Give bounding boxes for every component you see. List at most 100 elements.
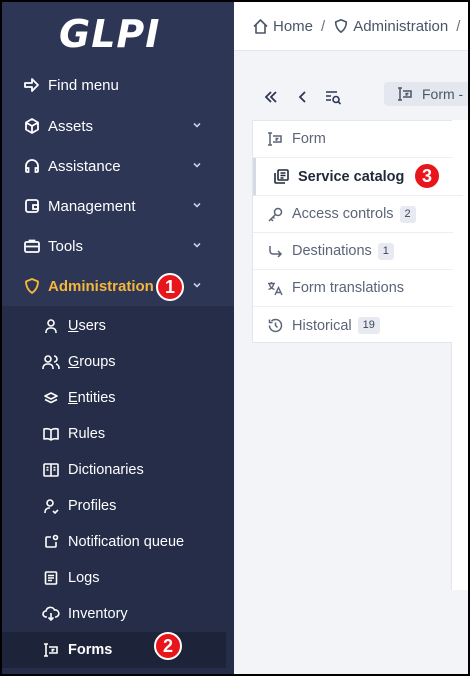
tab-label: Form translations xyxy=(292,280,405,296)
sidebar-item-label: Assets xyxy=(48,117,94,135)
sidebar-item-management[interactable]: Management xyxy=(2,186,234,226)
breadcrumb-administration-label: Administration xyxy=(353,17,449,35)
submenu-item-notification-queue[interactable]: Notification queue xyxy=(2,524,226,560)
tab-label: Service catalog xyxy=(298,168,405,185)
home-icon xyxy=(253,18,268,34)
submenu-item-inventory[interactable]: Inventory xyxy=(2,596,226,632)
users-icon xyxy=(42,353,60,371)
form-chip-label: Form - xyxy=(422,86,464,102)
submenu-item-forms[interactable]: Forms xyxy=(2,632,226,668)
sidebar: GLPI Find menu Assets Assistance Managem… xyxy=(2,2,234,674)
breadcrumb-home[interactable]: Home xyxy=(252,18,313,35)
tab-label: Access controls xyxy=(292,206,394,222)
notification-icon xyxy=(42,533,60,551)
chevron-down-icon xyxy=(193,162,201,168)
submenu-item-label: Forms xyxy=(68,642,113,658)
sidebar-item-find-menu[interactable]: Find menu xyxy=(2,65,234,105)
destinations-count-badge: 1 xyxy=(377,242,394,260)
wallet-icon xyxy=(22,196,42,216)
history-icon xyxy=(266,317,284,335)
step-marker-1: 1 xyxy=(156,273,184,301)
arrow-right-icon xyxy=(22,75,42,95)
briefcase-icon xyxy=(22,236,42,256)
submenu-item-label: Groups xyxy=(68,354,116,370)
breadcrumb-separator: / xyxy=(456,17,461,35)
tab-label: Form xyxy=(292,131,326,147)
book-icon xyxy=(42,425,60,443)
chevron-down-icon xyxy=(193,122,201,128)
key-icon xyxy=(266,205,284,223)
double-chevron-left-icon xyxy=(264,91,277,103)
tab-form-translations[interactable]: Form translations xyxy=(253,270,453,307)
log-icon xyxy=(42,569,60,587)
logo-text: GLPI xyxy=(59,12,161,56)
submenu-item-label: Logs xyxy=(68,570,100,586)
sidebar-item-administration[interactable]: Administration xyxy=(2,266,234,306)
step-marker-2: 2 xyxy=(154,632,182,660)
sidebar-item-tools[interactable]: Tools xyxy=(2,226,234,266)
tab-destinations[interactable]: Destinations 1 xyxy=(253,233,453,270)
stack-icon xyxy=(42,389,60,407)
chevron-down-icon xyxy=(193,242,201,248)
sidebar-item-label: Find menu xyxy=(48,76,119,94)
tab-label: Destinations xyxy=(292,243,372,259)
collapse-all-button[interactable] xyxy=(260,86,282,108)
submenu-item-label: Rules xyxy=(68,426,106,442)
submenu-item-label: Users xyxy=(68,318,106,334)
submenu-item-label: Dictionaries xyxy=(68,462,144,478)
tab-form[interactable]: Form xyxy=(253,121,453,158)
chevron-down-icon xyxy=(193,202,201,208)
translate-icon xyxy=(266,279,284,297)
tab-access-controls[interactable]: Access controls 2 xyxy=(253,196,453,233)
glpi-logo[interactable]: GLPI xyxy=(59,10,160,58)
previous-button[interactable] xyxy=(292,86,314,108)
submenu-item-groups[interactable]: Groups xyxy=(2,344,226,380)
forms-icon xyxy=(42,641,60,659)
breadcrumb-administration[interactable]: Administration xyxy=(333,18,448,35)
user-icon xyxy=(42,317,60,335)
redirect-icon xyxy=(266,242,284,260)
form-tabs: Form Service catalog Access controls 2 D… xyxy=(252,120,463,344)
submenu-item-label: Notification queue xyxy=(68,534,185,550)
sidebar-item-assets[interactable]: Assets xyxy=(2,106,234,146)
shield-icon xyxy=(22,276,42,296)
dictionary-icon xyxy=(42,461,60,479)
breadcrumb: Home / Administration / xyxy=(234,2,468,51)
submenu-item-logs[interactable]: Logs xyxy=(2,560,226,596)
headset-icon xyxy=(22,156,42,176)
forms-icon xyxy=(398,87,412,101)
app-window: GLPI Find menu Assets Assistance Managem… xyxy=(2,2,468,674)
breadcrumb-home-label: Home xyxy=(273,17,314,35)
tab-historical[interactable]: Historical 19 xyxy=(253,307,453,344)
step-marker-3: 3 xyxy=(413,162,441,190)
sidebar-item-label: Management xyxy=(48,197,136,215)
submenu-item-dictionaries[interactable]: Dictionaries xyxy=(2,452,226,488)
submenu-item-users[interactable]: Users xyxy=(2,308,226,344)
administration-submenu: Users Groups Entities Rules Dictionaries… xyxy=(2,306,234,674)
submenu-item-profiles[interactable]: Profiles xyxy=(2,488,226,524)
form-icon xyxy=(266,130,284,148)
cloud-download-icon xyxy=(42,605,60,623)
shield-icon xyxy=(335,18,348,34)
tab-label: Historical xyxy=(292,317,352,334)
sidebar-item-label: Assistance xyxy=(48,157,121,175)
historical-count-badge: 19 xyxy=(357,317,380,334)
breadcrumb-separator: / xyxy=(321,17,326,35)
chevron-left-icon xyxy=(298,91,306,103)
access-controls-count-badge: 2 xyxy=(399,205,416,223)
cube-icon xyxy=(22,116,42,136)
user-check-icon xyxy=(42,497,60,515)
submenu-item-entities[interactable]: Entities xyxy=(2,380,226,416)
sidebar-item-label: Tools xyxy=(48,237,84,255)
catalog-icon xyxy=(272,168,290,186)
sidebar-item-assistance[interactable]: Assistance xyxy=(2,146,234,186)
submenu-item-rules[interactable]: Rules xyxy=(2,416,226,452)
sidebar-item-label: Administration xyxy=(48,277,154,295)
submenu-item-label: Entities xyxy=(68,390,116,406)
submenu-item-label: Profiles xyxy=(68,498,117,514)
submenu-item-label: Inventory xyxy=(68,606,128,622)
list-search-icon xyxy=(326,91,342,105)
form-title-chip[interactable]: Form - xyxy=(384,82,468,106)
search-list-button[interactable] xyxy=(322,86,344,108)
chevron-down-icon xyxy=(193,282,201,288)
